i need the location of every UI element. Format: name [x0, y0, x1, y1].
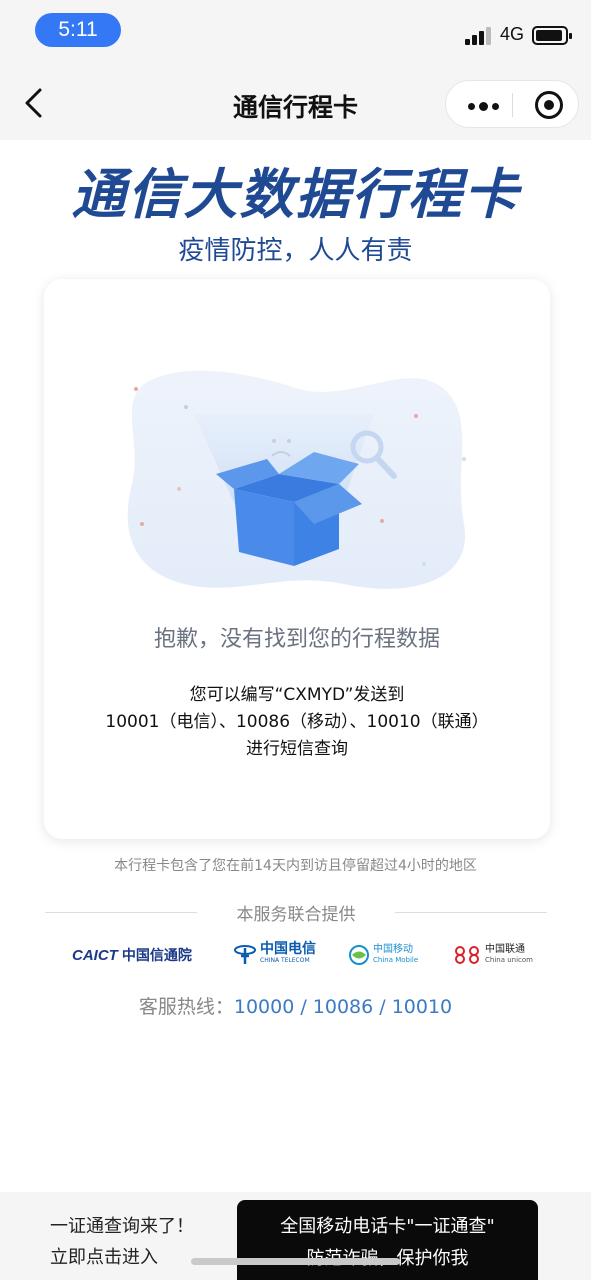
china-unicom-logo: 中国联通 China unicom	[452, 940, 533, 970]
capsule-divider	[512, 93, 513, 117]
nav-bar: 通信行程卡	[0, 66, 591, 140]
china-telecom-icon	[234, 945, 256, 964]
promo-toast[interactable]: 全国移动电话卡"一证通查" 防范诈骗，保护你我	[237, 1200, 538, 1280]
result-card: 抱歉，没有找到您的行程数据 您可以编写“CXMYD”发送到 10001（电信）、…	[44, 279, 550, 839]
empty-box-illustration	[127, 370, 466, 589]
provider-logos: CAICT 中国信通院 中国电信 CHINA TELECOM 中国移动 China M…	[0, 940, 591, 970]
china-mobile-icon	[349, 945, 369, 965]
caict-logo: CAICT 中国信通院	[72, 946, 192, 965]
promo-bar[interactable]: 一证通查询来了！ 立即点击进入 全国移动电话卡"一证通查" 防范诈骗，保护你我	[0, 1192, 591, 1280]
china-telecom-logo: 中国电信 CHINA TELECOM	[233, 940, 316, 970]
hotline-numbers[interactable]: 10000 / 10086 / 10010	[234, 996, 452, 1018]
mini-program-capsule	[445, 80, 579, 128]
toast-line: 全国移动电话卡"一证通查"	[280, 1216, 495, 1237]
close-miniprogram-button[interactable]	[535, 91, 563, 119]
promo-enter-link[interactable]: 立即点击进入	[50, 1243, 158, 1269]
providers-label: 本服务联合提供	[236, 905, 356, 925]
page-title: 通信大数据行程卡	[71, 163, 520, 226]
page-subtitle: 疫情防控，人人有责	[178, 236, 413, 266]
hotline-label: 客服热线：	[138, 996, 234, 1018]
signal-icon	[465, 27, 493, 45]
footnote: 本行程卡包含了您在前14天内到访且停留超过4小时的地区	[114, 858, 477, 874]
promo-title: 一证通查询来了！	[50, 1216, 194, 1237]
status-time: 5:11	[35, 13, 121, 47]
home-indicator[interactable]	[191, 1258, 400, 1265]
status-bar: 5:11 4G	[0, 0, 591, 66]
china-unicom-icon	[455, 946, 479, 964]
instruction-line: 您可以编写“CXMYD”发送到	[189, 685, 405, 705]
providers-divider: 本服务联合提供	[45, 900, 547, 925]
china-mobile-logo: 中国移动 China Mobile	[348, 940, 418, 970]
network-label: 4G	[500, 24, 525, 44]
battery-icon	[532, 26, 572, 45]
customer-hotline: 客服热线：10000 / 10086 / 10010	[0, 992, 591, 1019]
sms-instructions: 您可以编写“CXMYD”发送到 10001（电信）、10086（移动）、1001…	[44, 682, 550, 763]
empty-message: 抱歉，没有找到您的行程数据	[153, 627, 440, 652]
toast-line: 防范诈骗，保护你我	[237, 1244, 538, 1270]
instruction-line: 10001（电信）、10086（移动）、10010（联通）	[105, 712, 489, 732]
instruction-line: 进行短信查询	[246, 739, 348, 759]
